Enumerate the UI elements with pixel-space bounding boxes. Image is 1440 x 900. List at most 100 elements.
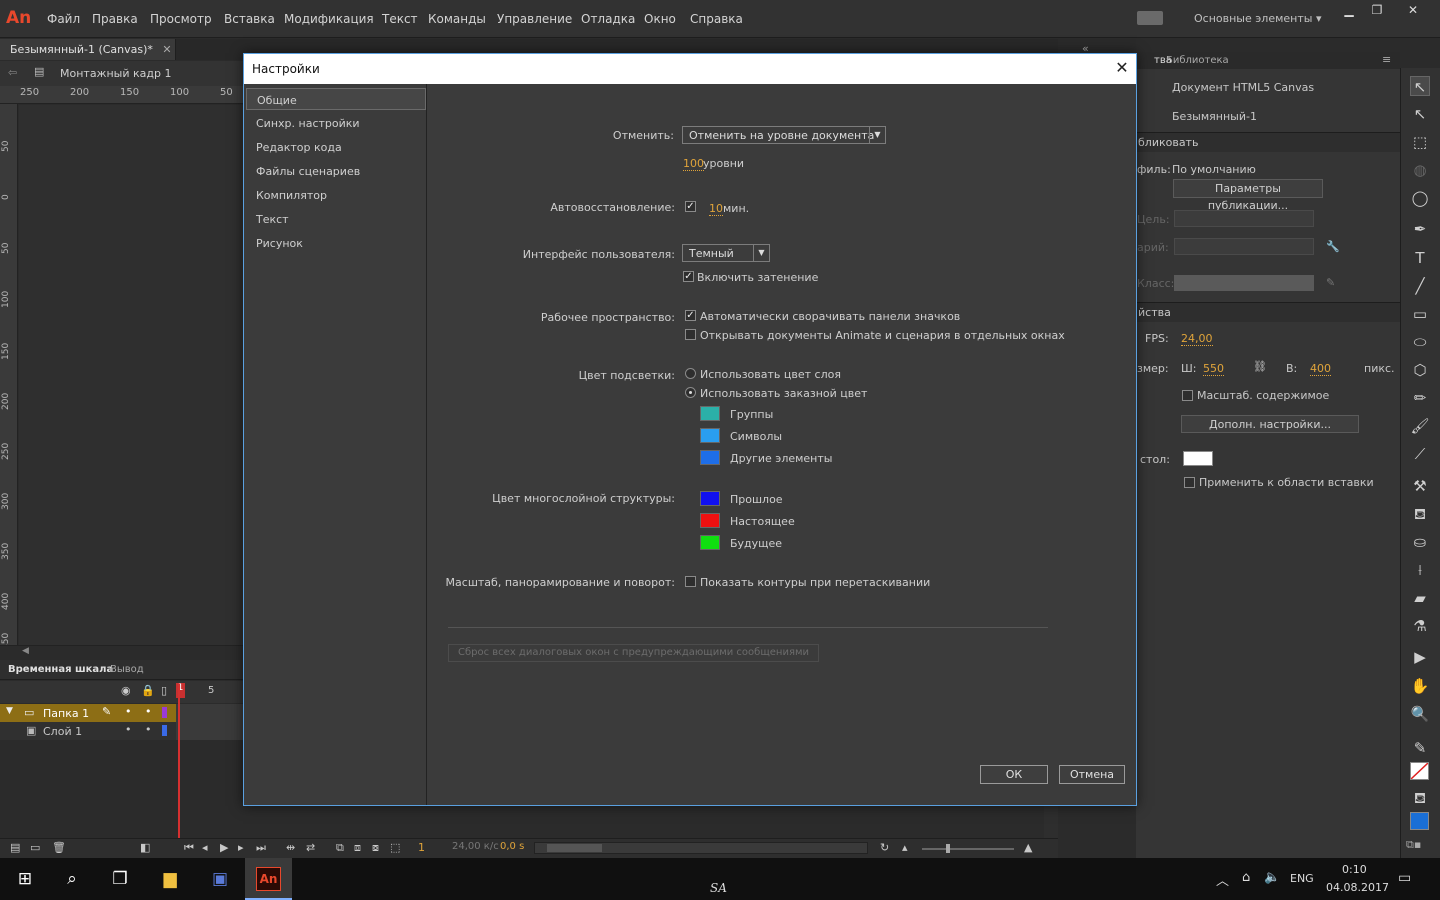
width-value[interactable]: 550 <box>1203 362 1224 376</box>
menu-view[interactable]: Просмотр <box>150 12 212 26</box>
clock-time[interactable]: 0:10 <box>1342 863 1367 876</box>
undo-levels-value[interactable]: 100 <box>683 157 704 171</box>
menu-file[interactable]: Файл <box>47 12 80 26</box>
zoom-slider[interactable] <box>922 844 1014 853</box>
document-tab[interactable]: Безымянный-1 (Canvas)* ✕ <box>0 39 176 60</box>
camera-tool-icon[interactable]: ▶ <box>1410 647 1430 667</box>
onion-markers-icon[interactable]: ⬚ <box>390 841 400 854</box>
script-select[interactable] <box>1174 238 1314 255</box>
paint-bucket-tool-icon[interactable]: ⛾ <box>1410 504 1430 524</box>
menu-insert[interactable]: Вставка <box>224 12 275 26</box>
close-tab-icon[interactable]: ✕ <box>162 43 171 56</box>
visible-dot-icon[interactable]: • <box>125 723 132 736</box>
task-view-icon[interactable]: ❐ <box>107 866 133 892</box>
new-layer-icon[interactable]: ▤ <box>10 841 20 854</box>
visible-dot-icon[interactable]: • <box>125 705 132 718</box>
ok-button[interactable]: ОК <box>980 765 1048 784</box>
clock-date[interactable]: 04.08.2017 <box>1326 881 1389 894</box>
rotate-icon[interactable]: ↻ <box>880 841 889 854</box>
use-custom-color-radio[interactable] <box>685 387 696 398</box>
menu-control[interactable]: Управление <box>497 12 572 26</box>
lasso-tool-icon[interactable]: ◯ <box>1410 188 1430 208</box>
next-frame-icon[interactable]: ▸ <box>238 841 244 854</box>
present-color-swatch[interactable] <box>700 513 720 528</box>
polystar-tool-icon[interactable]: ⬡ <box>1410 360 1430 380</box>
lock-icon[interactable]: 🔒 <box>141 684 155 697</box>
category-compiler[interactable]: Компилятор <box>246 184 426 206</box>
scroll-thumb[interactable] <box>547 844 602 852</box>
current-frame[interactable]: 1 <box>418 841 425 854</box>
autorecover-checkbox[interactable]: ✓ <box>685 201 696 212</box>
search-icon[interactable]: ⌕ <box>59 866 85 892</box>
link-icon[interactable]: ⛓ <box>1253 360 1267 373</box>
symbols-color-swatch[interactable] <box>700 428 720 443</box>
category-script-files[interactable]: Файлы сценариев <box>246 160 426 182</box>
properties-section-header[interactable]: йства <box>1136 302 1400 322</box>
expand-triangle-icon[interactable]: ▼ <box>6 706 13 716</box>
paint-brush-tool-icon[interactable]: 🖌 <box>1410 416 1430 436</box>
scale-content-checkbox[interactable] <box>1182 390 1193 401</box>
stage-horizontal-scrollbar[interactable]: ◀ <box>0 645 244 659</box>
dialog-close-icon[interactable]: ✕ <box>1112 58 1132 78</box>
width-tool-icon[interactable]: ⚗ <box>1410 616 1430 636</box>
stroke-color-swatch[interactable] <box>1410 762 1429 780</box>
zoom-slider-thumb[interactable] <box>946 844 950 853</box>
fill-color-swatch[interactable] <box>1410 812 1429 830</box>
subselection-tool-icon[interactable]: ↖ <box>1410 104 1430 124</box>
language-indicator[interactable]: ENG <box>1290 872 1314 885</box>
camera-icon[interactable]: ◧ <box>140 841 150 854</box>
eyedropper-tool-icon[interactable]: ⟊ <box>1410 560 1430 580</box>
class-input[interactable] <box>1174 275 1314 291</box>
tab-library[interactable]: Библиотека <box>1166 55 1229 66</box>
other-elements-color-swatch[interactable] <box>700 450 720 465</box>
first-frame-icon[interactable]: ⏮ <box>184 841 194 855</box>
advanced-settings-button[interactable]: Дополн. настройки... <box>1181 415 1359 433</box>
zoom-out-icon[interactable]: ▴ <box>902 841 908 854</box>
play-icon[interactable]: ▶ <box>220 841 228 854</box>
shading-checkbox[interactable]: ✓ <box>683 271 694 282</box>
outline-icon[interactable]: ▯ <box>161 684 167 697</box>
windows-start-icon[interactable]: ⊞ <box>12 866 38 892</box>
lock-dot-icon[interactable]: • <box>145 723 152 736</box>
menu-window[interactable]: Окно <box>644 12 676 26</box>
ui-theme-select[interactable]: Темный ▼ <box>682 244 770 262</box>
playhead[interactable] <box>178 684 180 838</box>
brush-tool-icon[interactable]: ⟋ <box>1410 444 1430 464</box>
publish-settings-button[interactable]: Параметры публикации... <box>1173 179 1323 212</box>
autorecover-value[interactable]: 10 <box>709 202 723 216</box>
cancel-button[interactable]: Отмена <box>1059 765 1125 784</box>
layer-frames[interactable] <box>176 722 244 740</box>
usb-icon[interactable]: ⌂ <box>1242 870 1250 885</box>
eraser-tool-icon[interactable]: ▰ <box>1410 588 1430 608</box>
text-tool-icon[interactable]: T <box>1410 248 1430 268</box>
stage-color-swatch[interactable] <box>1183 451 1213 466</box>
publish-section-header[interactable]: бликовать <box>1136 132 1400 152</box>
menu-help[interactable]: Справка <box>690 12 743 26</box>
ink-bottle-tool-icon[interactable]: ⛀ <box>1410 532 1430 552</box>
gamepad-icon[interactable] <box>1137 11 1163 25</box>
timeline-horizontal-scrollbar[interactable] <box>534 842 868 854</box>
swap-colors-icon[interactable]: ⧉▪ <box>1406 838 1434 852</box>
category-sync[interactable]: Синхр. настройки <box>246 112 426 134</box>
3d-rotation-tool-icon[interactable]: ◍ <box>1410 160 1430 180</box>
animate-app-icon[interactable]: An <box>256 867 281 891</box>
hand-tool-icon[interactable]: ✋ <box>1410 676 1430 696</box>
file-explorer-icon[interactable]: ▆ <box>157 866 183 892</box>
bone-tool-icon[interactable]: ⚒ <box>1410 476 1430 496</box>
panel-menu-icon[interactable]: ≡ <box>1382 53 1391 66</box>
undo-select[interactable]: Отменить на уровне документа ▼ <box>682 126 886 144</box>
prev-frame-icon[interactable]: ◂ <box>202 841 208 854</box>
stroke-color-icon[interactable]: ✎ <box>1410 738 1430 758</box>
onion-outline-icon[interactable]: ⧈ <box>354 841 361 855</box>
zoom-tool-icon[interactable]: 🔍 <box>1410 704 1430 724</box>
menu-edit[interactable]: Правка <box>92 12 138 26</box>
notifications-icon[interactable]: ▭ <box>1398 870 1411 886</box>
menu-modify[interactable]: Модификация <box>284 12 374 26</box>
new-folder-icon[interactable]: ▭ <box>30 841 40 854</box>
menu-text[interactable]: Текст <box>382 12 418 26</box>
center-frame-icon[interactable]: ⇹ <box>286 841 295 854</box>
eye-icon[interactable]: ◉ <box>121 684 131 697</box>
pen-tool-icon[interactable]: ✒ <box>1410 219 1430 239</box>
frame-rate[interactable]: 24,00 к/с <box>452 841 499 852</box>
auto-collapse-checkbox[interactable]: ✓ <box>685 310 696 321</box>
